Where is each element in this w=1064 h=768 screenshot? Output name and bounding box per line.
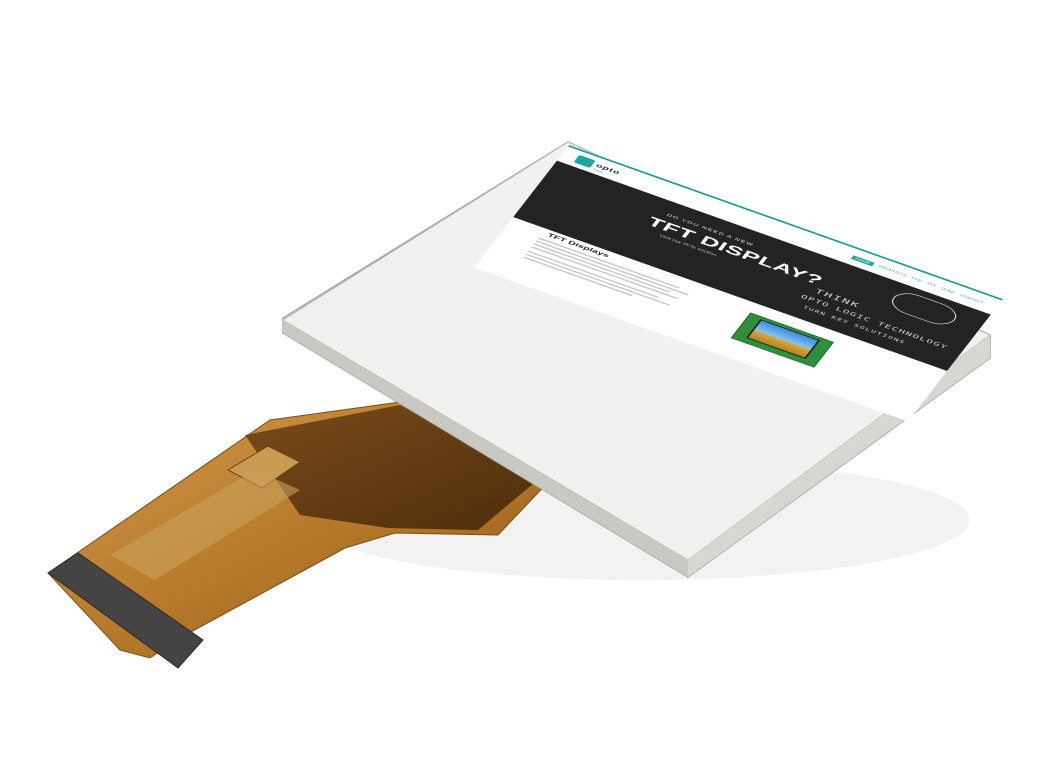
- logo-icon: [573, 154, 596, 169]
- nav-item-contact: CONTACT: [959, 293, 985, 305]
- nav-item-home: HOME: [850, 255, 875, 267]
- nav-item-tft: TFT: [926, 281, 937, 288]
- nav-item-lcd: LCD: [910, 276, 923, 283]
- product-photo: opto logic HOME PRODUCTS LCD TFT OLED CO…: [0, 0, 1064, 768]
- nav-item-oled: OLED: [940, 286, 956, 295]
